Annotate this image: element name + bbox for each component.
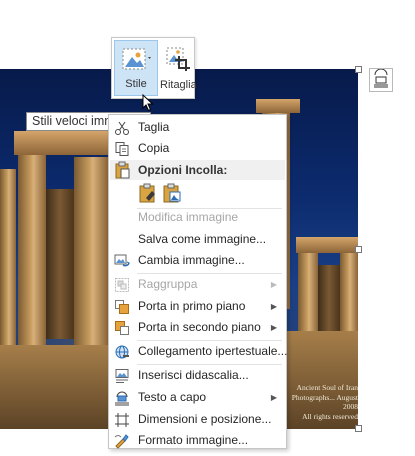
- ruin-capital: [256, 99, 300, 113]
- menu-item-copy[interactable]: Copia: [110, 138, 285, 159]
- size-position-icon: [114, 412, 130, 428]
- menu-item-save-as-image[interactable]: Salva come immagine...: [110, 229, 285, 250]
- menu-item-send-back[interactable]: Porta in secondo piano ▶: [110, 317, 285, 338]
- menu-item-change-image[interactable]: Cambia immagine...: [110, 250, 285, 271]
- menu-item-label: Taglia: [138, 120, 170, 134]
- menu-item-label: Dimensioni e posizione...: [138, 412, 272, 426]
- layout-options-button[interactable]: [369, 68, 393, 92]
- format-picture-icon: [114, 433, 130, 449]
- paste-keep-format-button[interactable]: [137, 182, 159, 204]
- menu-item-label: Cambia immagine...: [138, 253, 245, 267]
- insert-caption-icon: [114, 368, 130, 384]
- send-backward-icon: [114, 320, 130, 336]
- menu-item-bring-front[interactable]: Porta in primo piano ▶: [110, 296, 285, 317]
- submenu-arrow-icon: ▶: [270, 302, 277, 311]
- menu-item-label: Porta in primo piano: [138, 299, 246, 313]
- menu-item-label: Raggruppa: [138, 277, 198, 291]
- submenu-arrow-icon: ▶: [270, 393, 277, 402]
- paste-picture-button[interactable]: [161, 182, 183, 204]
- paste-options-label: Opzioni Incolla:: [138, 163, 228, 177]
- paste-options-header: Opzioni Incolla:: [110, 160, 285, 180]
- menu-item-label: Modifica immagine: [138, 210, 239, 224]
- menu-item-cut[interactable]: Taglia: [110, 117, 285, 138]
- menu-item-label: Porta in secondo piano: [138, 320, 261, 334]
- ruin-column: [18, 155, 46, 351]
- picture-styles-button[interactable]: Stile: [114, 40, 158, 96]
- menu-item-format-image[interactable]: Formato immagine...: [110, 430, 285, 451]
- cut-icon: [114, 120, 130, 136]
- menu-item-size-position[interactable]: Dimensioni e posizione...: [110, 409, 285, 430]
- submenu-arrow-icon: ▶: [270, 280, 277, 289]
- menu-item-group: Raggruppa ▶: [110, 274, 285, 295]
- group-icon: [114, 277, 130, 293]
- ruin-ground: [0, 345, 120, 429]
- menu-item-hyperlink[interactable]: Collegamento ipertestuale...: [110, 341, 288, 362]
- resize-handle-right[interactable]: [355, 246, 362, 253]
- mini-toolbar: Stile Ritaglia: [111, 37, 197, 99]
- menu-item-label: Testo a capo: [138, 390, 207, 404]
- menu-item-label: Copia: [138, 141, 170, 155]
- resize-handle-top-right[interactable]: [355, 66, 362, 73]
- wrap-text-icon: [114, 390, 130, 406]
- menu-item-edit-image: Modifica immagine: [110, 207, 285, 228]
- paste-icon: [114, 161, 130, 182]
- menu-item-insert-caption[interactable]: Inserisci didascalia...: [110, 365, 285, 386]
- ruin-column: [298, 253, 318, 343]
- menu-item-wrap-text[interactable]: Testo a capo ▶: [110, 387, 285, 408]
- image-copyright-text: Ancient Soul of Iran Photographs... Augu…: [291, 383, 358, 421]
- paste-keep-format-icon: [137, 183, 159, 207]
- paste-picture-icon: [161, 183, 183, 207]
- submenu-arrow-icon: ▶: [270, 323, 277, 332]
- menu-item-label: Salva come immagine...: [138, 232, 267, 246]
- menu-item-label: Collegamento ipertestuale...: [138, 344, 288, 358]
- change-picture-icon: [114, 253, 130, 269]
- layout-options-icon: [370, 68, 392, 94]
- menu-item-label: Inserisci didascalia...: [138, 368, 249, 382]
- ruin-lintel-left: [14, 131, 110, 155]
- resize-handle-bottom-right[interactable]: [355, 425, 362, 432]
- picture-styles-label: Stile: [125, 78, 147, 90]
- ruin-column: [74, 157, 108, 353]
- mouse-cursor-icon: [142, 93, 154, 115]
- context-menu: Taglia Copia Opzioni Incolla: Modifica i…: [108, 114, 287, 449]
- picture-styles-icon: [121, 47, 153, 76]
- ruin-column: [340, 253, 358, 343]
- bring-forward-icon: [114, 299, 130, 315]
- ruin-lintel-right: [296, 237, 358, 253]
- crop-button[interactable]: Ritaglia: [160, 40, 197, 96]
- hyperlink-icon: [114, 344, 130, 360]
- ruin-doorway: [46, 189, 74, 339]
- ruin-column: [0, 169, 16, 359]
- ruin-doorway: [318, 265, 340, 339]
- menu-item-label: Formato immagine...: [138, 433, 249, 447]
- crop-label: Ritaglia: [160, 79, 197, 91]
- crop-icon: [165, 46, 191, 75]
- copy-icon: [114, 141, 130, 157]
